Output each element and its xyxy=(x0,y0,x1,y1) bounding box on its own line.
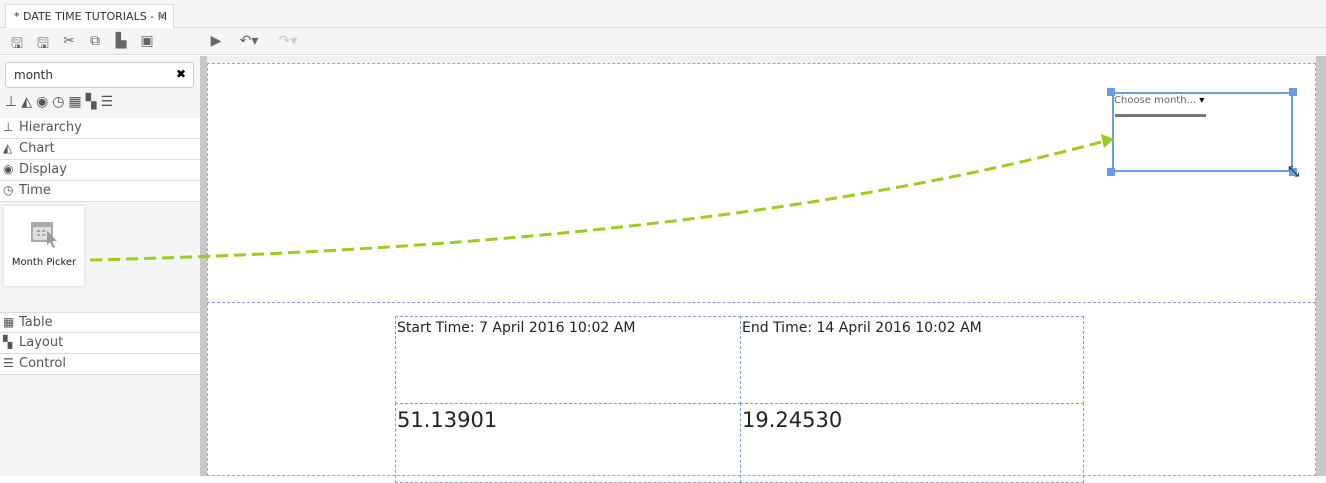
value-2: 19.24530 xyxy=(742,408,843,432)
start-time-label: Start Time: 7 April 2016 10:02 AM xyxy=(397,320,636,336)
end-time-label: End Time: 14 April 2016 10:02 AM xyxy=(742,320,982,336)
value-cell: 19.24530 xyxy=(740,403,1084,483)
start-time-cell: Start Time: 7 April 2016 10:02 AM xyxy=(395,316,741,404)
value-1: 51.13901 xyxy=(397,408,498,432)
end-time-cell: End Time: 14 April 2016 10:02 AM xyxy=(740,316,1084,404)
value-cell: 51.13901 xyxy=(395,403,741,483)
